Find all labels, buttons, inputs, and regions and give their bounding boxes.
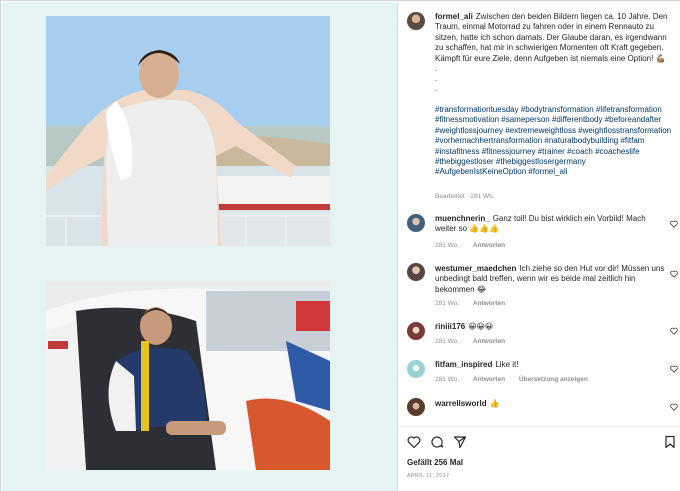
comments-panel: formel_ali Zwischen den beiden Bildern li… <box>397 2 680 491</box>
comment-time: 281 Wo. <box>435 300 460 307</box>
comment-avatar[interactable] <box>407 214 425 232</box>
comment-avatar[interactable] <box>407 263 425 281</box>
caption-dot-2: . <box>435 74 438 84</box>
heart-icon[interactable] <box>407 435 421 449</box>
reply-button[interactable]: Antworten <box>473 338 505 345</box>
comment-item: riniii176 😀😀😀 <box>435 322 667 332</box>
post-media[interactable] <box>2 2 397 491</box>
post-date: APRIL 11, 2017 <box>407 473 450 479</box>
comment-username[interactable]: muenchnerin_ <box>435 214 490 223</box>
comment-item: fitfam_inspired Like it! <box>435 360 667 370</box>
caption-dot-1: . <box>435 64 438 74</box>
reply-button[interactable]: Antworten <box>473 376 505 383</box>
comment-username[interactable]: fitfam_inspired <box>435 360 492 369</box>
comment-username[interactable]: warrellsworld <box>435 399 487 408</box>
comment-meta: 281 Wo. Antworten <box>435 338 517 345</box>
heart-icon[interactable] <box>670 270 678 278</box>
likes-count[interactable]: Gefällt 256 Mal <box>407 458 463 467</box>
author-avatar[interactable] <box>407 12 425 30</box>
post-actions: Gefällt 256 Mal APRIL 11, 2017 <box>398 426 680 491</box>
comment-text: 👍 <box>489 399 500 408</box>
comment-meta: 281 Wo. Antworten <box>435 300 517 307</box>
hashtags[interactable]: #transformationtuesday #bodytransformati… <box>435 105 675 178</box>
bookmark-icon[interactable] <box>663 435 677 449</box>
comment-item: muenchnerin_ Ganz toll! Du bist wirklich … <box>435 214 667 235</box>
comment-item: westumer_maedchen Ich ziehe so den Hut vo… <box>435 264 667 295</box>
comment-item: warrellsworld 👍 <box>435 399 667 409</box>
comment-time: 281 Wo. <box>435 338 460 345</box>
post-window: formel_ali Zwischen den beiden Bildern li… <box>0 0 680 491</box>
comment-meta: 281 Wo. Antworten <box>435 242 517 249</box>
comment-time: 281 Wo. <box>435 242 460 249</box>
comment-icon[interactable] <box>430 435 444 449</box>
before-photo-art <box>46 16 330 246</box>
after-photo <box>46 281 330 470</box>
heart-icon[interactable] <box>670 365 678 373</box>
post-caption: formel_ali Zwischen den beiden Bildern li… <box>435 12 675 94</box>
comment-text: 😀😀😀 <box>468 322 494 331</box>
comment-avatar[interactable] <box>407 398 425 416</box>
heart-icon[interactable] <box>670 403 678 411</box>
comment-username[interactable]: riniii176 <box>435 322 465 331</box>
comment-meta: 281 Wo. Antworten Übersetzung anzeigen <box>435 376 600 383</box>
comment-username[interactable]: westumer_maedchen <box>435 264 516 273</box>
reply-button[interactable]: Antworten <box>473 300 505 307</box>
comment-avatar[interactable] <box>407 360 425 378</box>
comment-time: 281 Wo. <box>435 376 460 383</box>
heart-icon[interactable] <box>670 327 678 335</box>
comment-avatar[interactable] <box>407 322 425 340</box>
before-photo <box>46 16 330 246</box>
comment-text: Like it! <box>495 360 519 369</box>
heart-icon[interactable] <box>670 220 678 228</box>
author-username[interactable]: formel_ali <box>435 12 473 21</box>
caption-dot-3: . <box>435 84 438 94</box>
translate-button[interactable]: Übersetzung anzeigen <box>519 376 588 383</box>
edited-label: Bearbeitet · 281 Wo. <box>435 193 495 200</box>
reply-button[interactable]: Antworten <box>473 242 505 249</box>
after-photo-art <box>46 281 330 470</box>
paper-plane-icon[interactable] <box>453 435 467 449</box>
